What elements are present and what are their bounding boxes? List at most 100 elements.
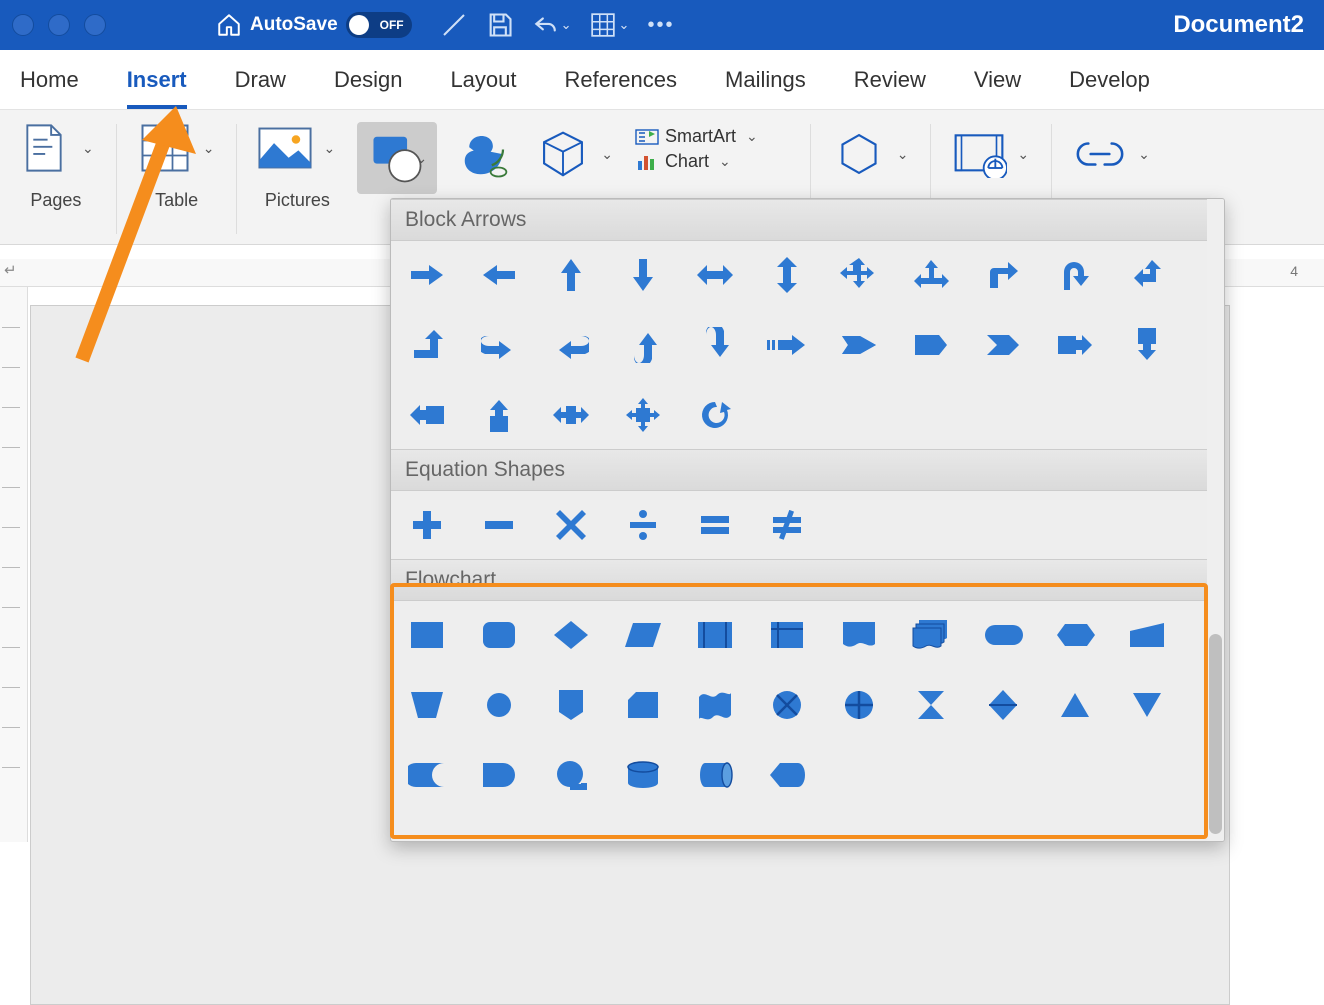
shape-pentagon-arrow[interactable] bbox=[911, 325, 951, 365]
smartart-button[interactable]: SmartArt ⌄ bbox=[635, 126, 762, 147]
pages-dropdown-icon[interactable]: ⌄ bbox=[78, 140, 98, 157]
line-tool-icon[interactable] bbox=[440, 11, 468, 39]
tab-mailings[interactable]: Mailings bbox=[725, 61, 806, 99]
window-zoom[interactable] bbox=[84, 14, 106, 36]
shape-left-right-up-arrow[interactable] bbox=[911, 255, 951, 295]
link-dropdown-icon[interactable]: ⌄ bbox=[1134, 146, 1154, 163]
shapes-button[interactable]: ⌄ bbox=[357, 122, 437, 194]
shape-left-arrow[interactable] bbox=[479, 255, 519, 295]
shape-flow-multidocument[interactable] bbox=[911, 615, 951, 655]
undo-icon[interactable]: ⌄ bbox=[532, 14, 572, 36]
tab-view[interactable]: View bbox=[974, 61, 1021, 99]
tab-draw[interactable]: Draw bbox=[235, 61, 286, 99]
shape-flow-process[interactable] bbox=[407, 615, 447, 655]
shape-left-right-arrow[interactable] bbox=[695, 255, 735, 295]
shape-flow-internal-storage[interactable] bbox=[767, 615, 807, 655]
table-quick-icon[interactable]: ⌄ bbox=[590, 12, 630, 38]
shape-not-equal[interactable] bbox=[767, 505, 807, 545]
shape-curved-up-arrow[interactable] bbox=[623, 325, 663, 365]
addin-icon[interactable] bbox=[829, 124, 889, 184]
shape-flow-alt-process[interactable] bbox=[479, 615, 519, 655]
shape-quad-arrow-callout[interactable] bbox=[623, 395, 663, 435]
shape-right-arrow-callout[interactable] bbox=[1055, 325, 1095, 365]
shape-flow-magnetic-disk[interactable] bbox=[623, 755, 663, 795]
shape-flow-connector[interactable] bbox=[479, 685, 519, 725]
icons-button[interactable] bbox=[455, 124, 515, 184]
pictures-button[interactable] bbox=[255, 118, 315, 178]
tab-developer[interactable]: Develop bbox=[1069, 61, 1150, 99]
3d-dropdown-icon[interactable]: ⌄ bbox=[597, 146, 617, 163]
shape-up-arrow[interactable] bbox=[551, 255, 591, 295]
autosave-control[interactable]: AutoSave OFF bbox=[250, 12, 412, 38]
media-dropdown-icon[interactable]: ⌄ bbox=[1013, 146, 1033, 163]
shape-plus[interactable] bbox=[407, 505, 447, 545]
shape-flow-direct-access[interactable] bbox=[695, 755, 735, 795]
shape-flow-seq-storage[interactable] bbox=[551, 755, 591, 795]
shape-flow-or[interactable] bbox=[839, 685, 879, 725]
shape-up-down-arrow[interactable] bbox=[767, 255, 807, 295]
shape-multiply[interactable] bbox=[551, 505, 591, 545]
tab-design[interactable]: Design bbox=[334, 61, 402, 99]
shape-flow-summing[interactable] bbox=[767, 685, 807, 725]
shape-flow-merge[interactable] bbox=[1127, 685, 1167, 725]
shape-down-arrow-callout[interactable] bbox=[1127, 325, 1167, 365]
shape-flow-decision[interactable] bbox=[551, 615, 591, 655]
shape-flow-manual-op[interactable] bbox=[407, 685, 447, 725]
shape-flow-extract[interactable] bbox=[1055, 685, 1095, 725]
shape-equal[interactable] bbox=[695, 505, 735, 545]
addin-dropdown-icon[interactable]: ⌄ bbox=[893, 146, 913, 163]
shape-up-arrow-callout[interactable] bbox=[479, 395, 519, 435]
chart-button[interactable]: Chart ⌄ bbox=[635, 151, 762, 172]
shape-right-arrow[interactable] bbox=[407, 255, 447, 295]
shape-flow-delay[interactable] bbox=[479, 755, 519, 795]
shape-flow-display[interactable] bbox=[767, 755, 807, 795]
save-icon[interactable] bbox=[486, 11, 514, 39]
tab-review[interactable]: Review bbox=[854, 61, 926, 99]
panel-scrollbar[interactable] bbox=[1207, 199, 1224, 841]
shape-chevron-arrow[interactable] bbox=[983, 325, 1023, 365]
tab-references[interactable]: References bbox=[565, 61, 678, 99]
autosave-toggle[interactable]: OFF bbox=[346, 12, 412, 38]
shape-flow-document[interactable] bbox=[839, 615, 879, 655]
pages-button[interactable] bbox=[14, 118, 74, 178]
scrollbar-thumb[interactable] bbox=[1209, 634, 1222, 834]
shape-division[interactable] bbox=[623, 505, 663, 545]
shape-left-right-arrow-callout[interactable] bbox=[551, 395, 591, 435]
shape-striped-right-arrow[interactable] bbox=[767, 325, 807, 365]
table-button[interactable] bbox=[135, 118, 195, 178]
shape-flow-collate[interactable] bbox=[911, 685, 951, 725]
shape-flow-offpage[interactable] bbox=[551, 685, 591, 725]
shape-bent-up-arrow[interactable] bbox=[407, 325, 447, 365]
tablequick-dropdown-icon[interactable]: ⌄ bbox=[619, 17, 630, 33]
table-dropdown-icon[interactable]: ⌄ bbox=[199, 140, 219, 157]
shape-flow-punched-tape[interactable] bbox=[695, 685, 735, 725]
tab-home[interactable]: Home bbox=[20, 61, 79, 99]
tab-insert[interactable]: Insert bbox=[127, 61, 187, 99]
shape-left-arrow-callout[interactable] bbox=[407, 395, 447, 435]
link-icon[interactable] bbox=[1070, 124, 1130, 184]
chart-dropdown-icon[interactable]: ⌄ bbox=[715, 153, 735, 170]
shape-minus[interactable] bbox=[479, 505, 519, 545]
shape-bent-arrow[interactable] bbox=[983, 255, 1023, 295]
shapes-dropdown-icon[interactable]: ⌄ bbox=[411, 150, 431, 167]
more-commands-icon[interactable]: ••• bbox=[647, 14, 674, 37]
tab-layout[interactable]: Layout bbox=[450, 61, 516, 99]
window-minimize[interactable] bbox=[48, 14, 70, 36]
shape-curved-left-arrow[interactable] bbox=[551, 325, 591, 365]
shape-quad-arrow[interactable] bbox=[839, 255, 879, 295]
shape-flow-preparation[interactable] bbox=[1055, 615, 1095, 655]
home-icon[interactable] bbox=[216, 12, 242, 38]
undo-dropdown-icon[interactable]: ⌄ bbox=[561, 17, 572, 33]
shape-flow-card[interactable] bbox=[623, 685, 663, 725]
shape-flow-sort[interactable] bbox=[983, 685, 1023, 725]
shape-curved-down-arrow[interactable] bbox=[695, 325, 735, 365]
shape-flow-data[interactable] bbox=[623, 615, 663, 655]
shape-flow-stored-data[interactable] bbox=[407, 755, 447, 795]
online-video-icon[interactable] bbox=[949, 124, 1009, 184]
shape-flow-terminator[interactable] bbox=[983, 615, 1023, 655]
shape-uturn-arrow[interactable] bbox=[1055, 255, 1095, 295]
shape-curved-right-arrow[interactable] bbox=[479, 325, 519, 365]
window-close[interactable] bbox=[12, 14, 34, 36]
shape-left-up-arrow[interactable] bbox=[1127, 255, 1167, 295]
shape-down-arrow[interactable] bbox=[623, 255, 663, 295]
